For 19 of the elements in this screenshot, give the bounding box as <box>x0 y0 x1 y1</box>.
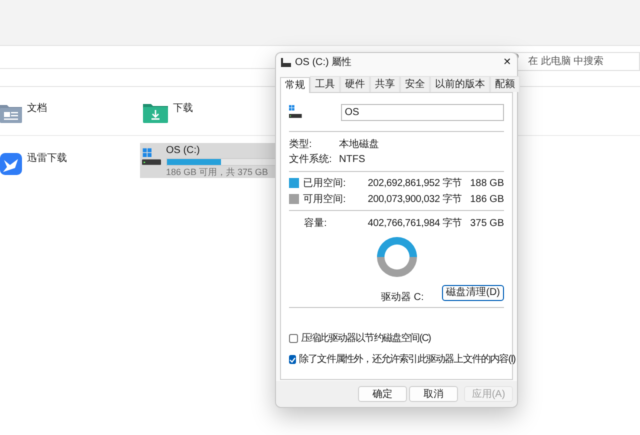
size-value: 188 GB <box>469 176 504 190</box>
drive-detail: 186 GB 可用，共 375 GB <box>166 167 270 178</box>
window-title: OS (C:) 屬性 <box>295 56 353 70</box>
size-value: 375 GB <box>469 216 504 230</box>
field-label: 类型: <box>289 138 313 152</box>
option-label: 除了文件属性外，还允许索引此驱动器上文件的内容(I) <box>299 352 516 367</box>
field-label: 已用空间: <box>303 176 347 190</box>
byte-count: 202,692,861,952 字节 <box>366 176 462 190</box>
drive-name: 驱动器 C: <box>381 290 424 304</box>
field-value: NTFS <box>339 152 366 166</box>
byte-count: 402,766,761,984 字节 <box>366 216 462 230</box>
byte-count: 200,073,900,032 字节 <box>366 192 462 206</box>
size-value: 186 GB <box>469 192 504 206</box>
option-label: 压缩此驱动器以节约磁盘空间(C) <box>301 332 430 346</box>
field-label: 文件系统: <box>289 152 333 166</box>
field-label: 容量: <box>304 216 328 230</box>
field-label: 可用空间: <box>303 192 347 206</box>
field-value: 本地磁盘 <box>339 138 379 152</box>
drive-label: OS (C:) <box>166 145 201 157</box>
